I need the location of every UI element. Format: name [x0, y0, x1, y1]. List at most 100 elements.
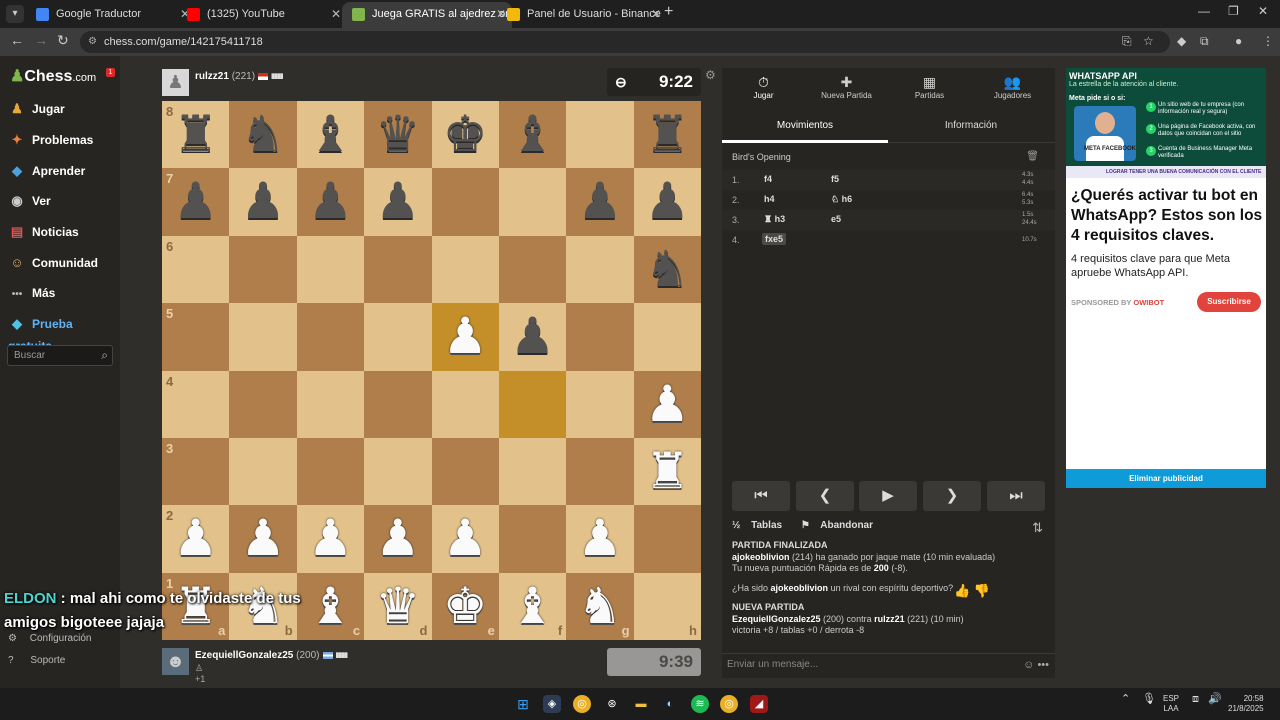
file-explorer-icon[interactable]: ▬ [632, 695, 650, 713]
minimize-icon[interactable]: — [1198, 4, 1210, 18]
emoji-more-icon[interactable]: ☺ ••• [1023, 654, 1049, 676]
black-queen-icon[interactable]: ♛ [364, 101, 431, 168]
board-square-e4[interactable] [431, 370, 499, 438]
move-black[interactable]: e5 [831, 214, 841, 224]
board-square-d4[interactable] [364, 370, 432, 438]
microphone-icon[interactable]: 🎙 [1142, 694, 1156, 705]
white-bishop-icon[interactable]: ♝ [499, 573, 566, 640]
board-square-a4[interactable]: 4 [162, 370, 230, 438]
tab-nueva-partida[interactable]: ✚ Nueva Partida [805, 68, 888, 112]
board-square-f3[interactable] [498, 437, 567, 506]
ad-banner-image[interactable]: WHATSAPP API La estrella de la atención … [1066, 68, 1266, 178]
sidebar-item-aprender[interactable]: ◆ Aprender [8, 160, 118, 182]
chat-player-link[interactable]: EzequiellGonzalez25 [732, 614, 821, 624]
close-window-icon[interactable]: ✕ [1258, 4, 1268, 18]
board-square-e1[interactable]: e ♚ [431, 572, 499, 640]
spotify-icon[interactable]: ≋ [691, 695, 709, 713]
white-bishop-icon[interactable]: ♝ [297, 573, 364, 640]
board-square-b2[interactable]: ♟ [229, 505, 297, 573]
board-square-f8[interactable]: ♝ [498, 101, 567, 169]
board-square-d3[interactable] [364, 437, 432, 506]
black-pawn-icon[interactable]: ♟ [634, 168, 701, 235]
board-square-b8[interactable]: ♞ [229, 101, 297, 169]
next-move-button[interactable]: ❯ [923, 481, 981, 511]
board-square-e6[interactable] [431, 235, 499, 304]
steam-icon[interactable]: ◐ [661, 695, 679, 713]
dota-icon[interactable]: ◢ [750, 695, 768, 713]
black-bishop-icon[interactable]: ♝ [499, 101, 566, 168]
browser-tab-chess[interactable]: Juega GRATIS al ajedrez online ✕ [342, 2, 512, 28]
board-square-f4[interactable] [498, 370, 567, 438]
url-field[interactable]: ⚙ chess.com/game/142175411718 [80, 31, 1170, 53]
board-square-a5[interactable]: 5 [162, 303, 230, 371]
board-square-d7[interactable]: ♟ [364, 168, 432, 236]
ai-app-icon[interactable]: ⊛ [603, 695, 621, 713]
board-square-g5[interactable] [566, 303, 634, 371]
board-square-g8[interactable] [566, 101, 634, 169]
board-square-d1[interactable]: d ♛ [364, 572, 432, 640]
board-square-b4[interactable] [229, 370, 297, 438]
black-king-icon[interactable]: ♚ [432, 101, 499, 168]
move-white[interactable]: ♜ h3 [764, 214, 785, 225]
board-square-e5[interactable]: ♟ [431, 303, 499, 371]
remove-ads-button[interactable]: Eliminar publicidad [1066, 469, 1266, 488]
board-square-f5[interactable]: ♟ [498, 303, 567, 371]
black-rook-icon[interactable]: ♜ [634, 101, 701, 168]
board-square-c7[interactable]: ♟ [296, 168, 365, 236]
tab-movimientos[interactable]: Movimientos [722, 112, 888, 143]
board-square-h8[interactable]: ♜ [633, 101, 701, 169]
language-indicator[interactable]: ESP LAA [1163, 694, 1179, 714]
sidebar-item-jugar[interactable]: ♟ Jugar [8, 98, 118, 120]
new-tab-icon[interactable]: + [664, 3, 673, 21]
board-square-h1[interactable]: h [633, 572, 701, 640]
board-square-e8[interactable]: ♚ [431, 101, 499, 169]
board-square-f7[interactable] [498, 168, 567, 236]
board-square-a7[interactable]: 7 ♟ [162, 168, 230, 236]
sidebar-item-mas[interactable]: ••• Más [8, 282, 118, 304]
board-square-d5[interactable] [364, 303, 432, 371]
white-pawn-icon[interactable]: ♟ [432, 505, 499, 572]
browser-tab-translate[interactable]: Google Traductor ✕ [26, 2, 196, 28]
board-square-b7[interactable]: ♟ [229, 168, 297, 236]
notification-badge[interactable]: 1 [106, 68, 115, 77]
board-square-d2[interactable]: ♟ [364, 505, 432, 573]
move-white[interactable]: h4 [764, 194, 775, 204]
board-square-h6[interactable]: ♞ [633, 235, 701, 304]
board-square-a8[interactable]: 8 ♜ [162, 101, 230, 169]
white-pawn-icon[interactable]: ♟ [432, 303, 499, 370]
sidebar-item-trial[interactable]: ◆Prueba gratuita [8, 313, 118, 353]
bottom-player-name[interactable]: EzequiellGonzalez25 (200) ▮▮▮▮ [195, 650, 348, 661]
white-pawn-icon[interactable]: ♟ [162, 505, 229, 572]
sidebar-item-ver[interactable]: ◉ Ver [8, 190, 118, 212]
top-player-avatar[interactable]: ♟ [162, 69, 189, 96]
last-move-button[interactable]: ⏭ [987, 481, 1045, 511]
bookmark-star-icon[interactable]: ☆ [1143, 34, 1154, 48]
black-bishop-icon[interactable]: ♝ [297, 101, 364, 168]
extension-icon[interactable]: ◆ [1177, 34, 1186, 48]
white-queen-icon[interactable]: ♛ [364, 573, 431, 640]
board-square-g1[interactable]: g ♞ [566, 572, 634, 640]
black-knight-icon[interactable]: ♞ [229, 101, 296, 168]
menu-dots-icon[interactable]: ⋮ [1262, 34, 1274, 48]
black-pawn-icon[interactable]: ♟ [566, 168, 633, 235]
chess-logo[interactable]: ♟Chess.com [10, 66, 96, 86]
board-square-g3[interactable] [566, 437, 634, 506]
sidebar-item-comunidad[interactable]: ☺ Comunidad [8, 252, 118, 274]
board-square-g2[interactable]: ♟ [566, 505, 634, 573]
board-square-h4[interactable]: ♟ [633, 370, 701, 438]
board-square-b5[interactable] [229, 303, 297, 371]
forward-icon[interactable]: → [34, 32, 48, 48]
board-square-d6[interactable] [364, 235, 432, 304]
white-pawn-icon[interactable]: ♟ [229, 505, 296, 572]
white-pawn-icon[interactable]: ♟ [566, 505, 633, 572]
board-square-g7[interactable]: ♟ [566, 168, 634, 236]
board-square-a3[interactable]: 3 [162, 437, 230, 506]
move-white[interactable]: f4 [764, 174, 772, 184]
board-square-h2[interactable] [633, 505, 701, 573]
windows-start-icon[interactable]: ⊞ [514, 695, 532, 713]
tab-informacion[interactable]: Información [888, 112, 1054, 143]
maximize-icon[interactable]: ❐ [1228, 4, 1239, 18]
board-square-c6[interactable] [296, 235, 365, 304]
white-king-icon[interactable]: ♚ [432, 573, 499, 640]
black-rook-icon[interactable]: ♜ [162, 101, 229, 168]
